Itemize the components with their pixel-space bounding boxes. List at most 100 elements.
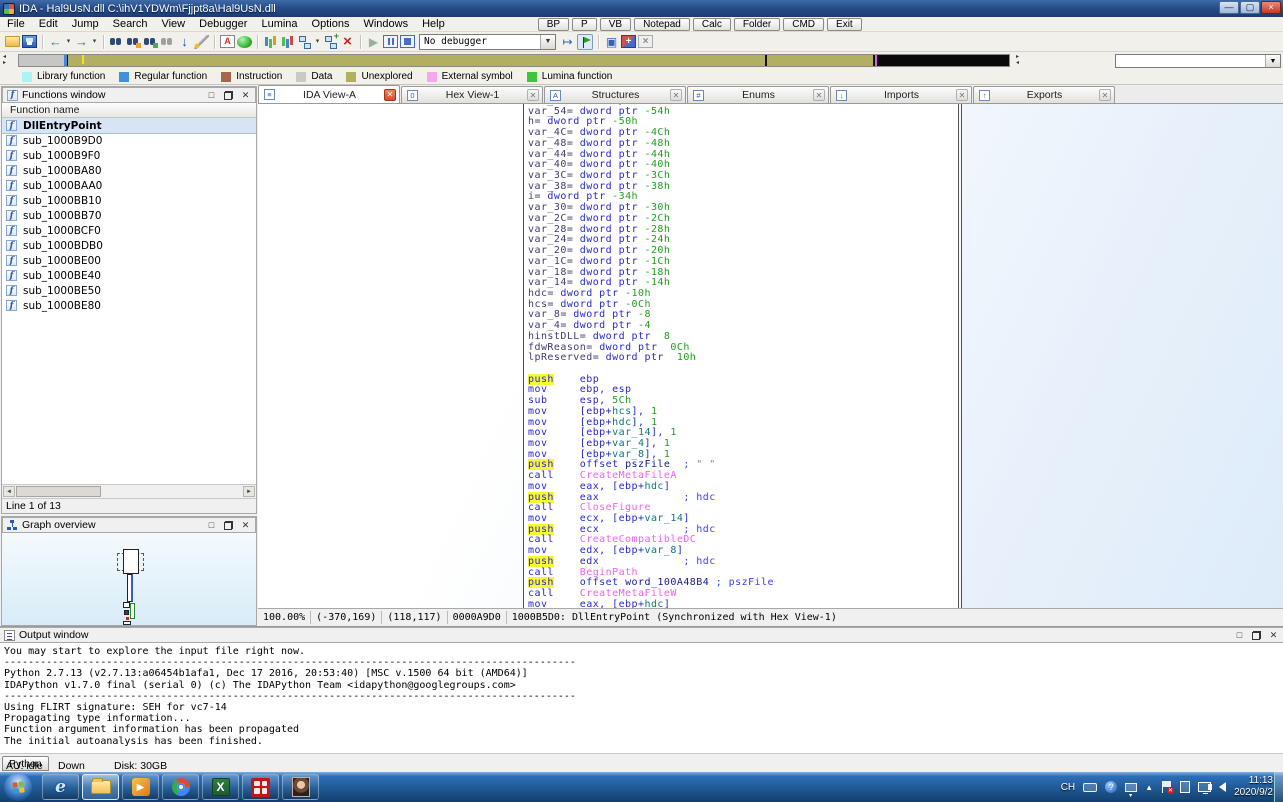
close-panel-icon[interactable]: ✕ bbox=[240, 90, 251, 101]
taskbar-internet-explorer-icon[interactable]: e bbox=[42, 774, 79, 800]
function-row-sub_1000B9D0[interactable]: fsub_1000B9D0 bbox=[2, 133, 256, 148]
function-row-sub_1000B9F0[interactable]: fsub_1000B9F0 bbox=[2, 148, 256, 163]
ida-view-canvas[interactable]: var_58= dword ptr -58hvar_54= dword ptr … bbox=[258, 104, 1283, 608]
menu-windows[interactable]: Windows bbox=[356, 17, 415, 32]
function-row-sub_1000BDB0[interactable]: fsub_1000BDB0 bbox=[2, 238, 256, 253]
function-row-sub_1000BCF0[interactable]: fsub_1000BCF0 bbox=[2, 223, 256, 238]
functions-window-titlebar[interactable]: f Functions window □ ✕ bbox=[2, 87, 256, 103]
menu-search[interactable]: Search bbox=[106, 17, 155, 32]
taskbar-media-player-icon[interactable]: ▶ bbox=[122, 774, 159, 800]
hidden-icons-arrow-icon[interactable]: ▲ bbox=[1145, 783, 1153, 792]
flow1-icon[interactable] bbox=[297, 34, 312, 49]
quick-button-calc[interactable]: Calc bbox=[693, 18, 731, 31]
quill-icon[interactable] bbox=[194, 35, 209, 49]
navigation-band[interactable] bbox=[18, 54, 1010, 67]
chevron-down-icon[interactable]: ▼ bbox=[1265, 55, 1280, 67]
quick-button-cmd[interactable]: CMD bbox=[783, 18, 824, 31]
tab-ida-view[interactable]: ≡IDA View-A✕ bbox=[258, 85, 400, 103]
chevron-down-icon[interactable]: ▼ bbox=[540, 35, 555, 49]
close-panel-icon[interactable]: ✕ bbox=[240, 520, 251, 531]
menu-file[interactable]: File bbox=[0, 17, 32, 32]
taskbar-file-explorer-icon[interactable] bbox=[82, 774, 119, 800]
process-kill-icon[interactable]: × bbox=[638, 35, 653, 48]
step-into-icon[interactable]: ↦ bbox=[560, 34, 575, 49]
nav-back-icon[interactable]: ← bbox=[48, 34, 63, 49]
output-window-titlebar[interactable]: Output window □ ✕ bbox=[0, 627, 1283, 643]
binoc2-icon[interactable] bbox=[126, 35, 141, 48]
menu-help[interactable]: Help bbox=[415, 17, 452, 32]
scroll-left-icon[interactable]: ◄ bbox=[3, 486, 15, 497]
open-file-icon[interactable] bbox=[5, 36, 20, 47]
attach-window-icon[interactable]: ▣ bbox=[604, 34, 619, 49]
band-scroll-right-icons[interactable]: ▸◂ bbox=[1016, 54, 1024, 66]
tab-close-icon[interactable]: ✕ bbox=[384, 89, 396, 101]
bars2-icon[interactable] bbox=[280, 34, 295, 49]
redx-icon[interactable]: × bbox=[340, 34, 355, 49]
function-row-sub_1000BB70[interactable]: fsub_1000BB70 bbox=[2, 208, 256, 223]
tab-close-icon[interactable]: ✕ bbox=[670, 89, 682, 101]
taskbar-pojie-icon[interactable] bbox=[242, 774, 279, 800]
function-row-sub_1000BA80[interactable]: fsub_1000BA80 bbox=[2, 163, 256, 178]
taskbar-chrome-icon[interactable] bbox=[162, 774, 199, 800]
pause-icon[interactable] bbox=[383, 35, 398, 48]
function-row-sub_1000BB10[interactable]: fsub_1000BB10 bbox=[2, 193, 256, 208]
graph-overview-canvas[interactable] bbox=[2, 533, 256, 625]
functions-horizontal-scrollbar[interactable]: ◄ ► bbox=[2, 484, 256, 498]
clipboard-icon[interactable] bbox=[1180, 781, 1190, 793]
save-file-icon[interactable] bbox=[22, 35, 37, 48]
band-scroll-left-icons[interactable]: ◂▸ bbox=[3, 54, 11, 66]
keyboard-icon[interactable] bbox=[1083, 783, 1097, 792]
drop-icon[interactable]: ▾ bbox=[65, 34, 72, 49]
maximize-button[interactable]: ▢ bbox=[1240, 1, 1260, 14]
tab-close-icon[interactable]: ✕ bbox=[813, 89, 825, 101]
tab-enums[interactable]: #Enums✕ bbox=[687, 86, 829, 103]
help-icon[interactable]: ? bbox=[1105, 781, 1117, 793]
binoc3-icon[interactable] bbox=[143, 35, 158, 48]
scroll-right-icon[interactable]: ► bbox=[243, 486, 255, 497]
tab-close-icon[interactable]: ✕ bbox=[956, 89, 968, 101]
taskbar-excel-icon[interactable]: X bbox=[202, 774, 239, 800]
title-bar[interactable]: IDA - Hal9UsN.dll C:\ihV1YDWm\Fjjpt8a\Ha… bbox=[0, 0, 1283, 17]
disassembly-node[interactable]: var_58= dword ptr -58hvar_54= dword ptr … bbox=[523, 104, 959, 608]
function-row-sub_1000BE50[interactable]: fsub_1000BE50 bbox=[2, 283, 256, 298]
tab-imports[interactable]: ↓Imports✕ bbox=[830, 86, 972, 103]
function-row-sub_1000BE40[interactable]: fsub_1000BE40 bbox=[2, 268, 256, 283]
scrollbar-thumb[interactable] bbox=[16, 486, 101, 497]
tab-close-icon[interactable]: ✕ bbox=[527, 89, 539, 101]
binoc1-icon[interactable] bbox=[109, 35, 124, 48]
taskbar-portrait-icon[interactable] bbox=[282, 774, 319, 800]
float-panel-icon[interactable] bbox=[223, 520, 234, 531]
show-desktop-button[interactable] bbox=[1274, 772, 1283, 802]
menu-lumina[interactable]: Lumina bbox=[254, 17, 304, 32]
bars1-icon[interactable] bbox=[263, 34, 278, 49]
quick-button-folder[interactable]: Folder bbox=[734, 18, 780, 31]
restore-panel-icon[interactable]: □ bbox=[1234, 630, 1245, 641]
band-segment-black[interactable] bbox=[877, 55, 1009, 66]
menu-view[interactable]: View bbox=[154, 17, 192, 32]
quick-button-vb[interactable]: VB bbox=[600, 18, 631, 31]
close-panel-icon[interactable]: ✕ bbox=[1268, 630, 1279, 641]
debugger-select[interactable]: No debugger ▼ bbox=[419, 34, 556, 50]
function-name-column-header[interactable]: Function name bbox=[2, 103, 256, 118]
binoc-gray-icon[interactable] bbox=[160, 35, 175, 48]
clock[interactable]: 11:13 2020/9/2 bbox=[1234, 775, 1273, 799]
drop-icon[interactable]: ▾ bbox=[314, 34, 321, 49]
quick-button-bp[interactable]: BP bbox=[538, 18, 569, 31]
tab-exports[interactable]: ↑Exports✕ bbox=[973, 86, 1115, 103]
play-icon[interactable]: ▶ bbox=[366, 34, 381, 49]
lumina-icon[interactable] bbox=[237, 36, 252, 48]
printer-icon[interactable] bbox=[1125, 783, 1137, 792]
function-row-DllEntryPoint[interactable]: fDllEntryPoint bbox=[2, 118, 256, 133]
menu-jump[interactable]: Jump bbox=[65, 17, 106, 32]
stop-icon[interactable] bbox=[400, 35, 415, 48]
float-panel-icon[interactable] bbox=[223, 90, 234, 101]
volume-icon[interactable] bbox=[1219, 782, 1226, 792]
close-button[interactable]: × bbox=[1261, 1, 1281, 14]
menu-debugger[interactable]: Debugger bbox=[192, 17, 254, 32]
start-button[interactable] bbox=[4, 773, 32, 801]
tab-hex-view[interactable]: 0Hex View-1✕ bbox=[401, 86, 543, 103]
band-zoom-select[interactable]: ▼ bbox=[1115, 54, 1281, 68]
nav-forward-icon[interactable]: → bbox=[74, 34, 89, 49]
tab-structures[interactable]: AStructures✕ bbox=[544, 86, 686, 103]
restore-panel-icon[interactable]: □ bbox=[206, 90, 217, 101]
